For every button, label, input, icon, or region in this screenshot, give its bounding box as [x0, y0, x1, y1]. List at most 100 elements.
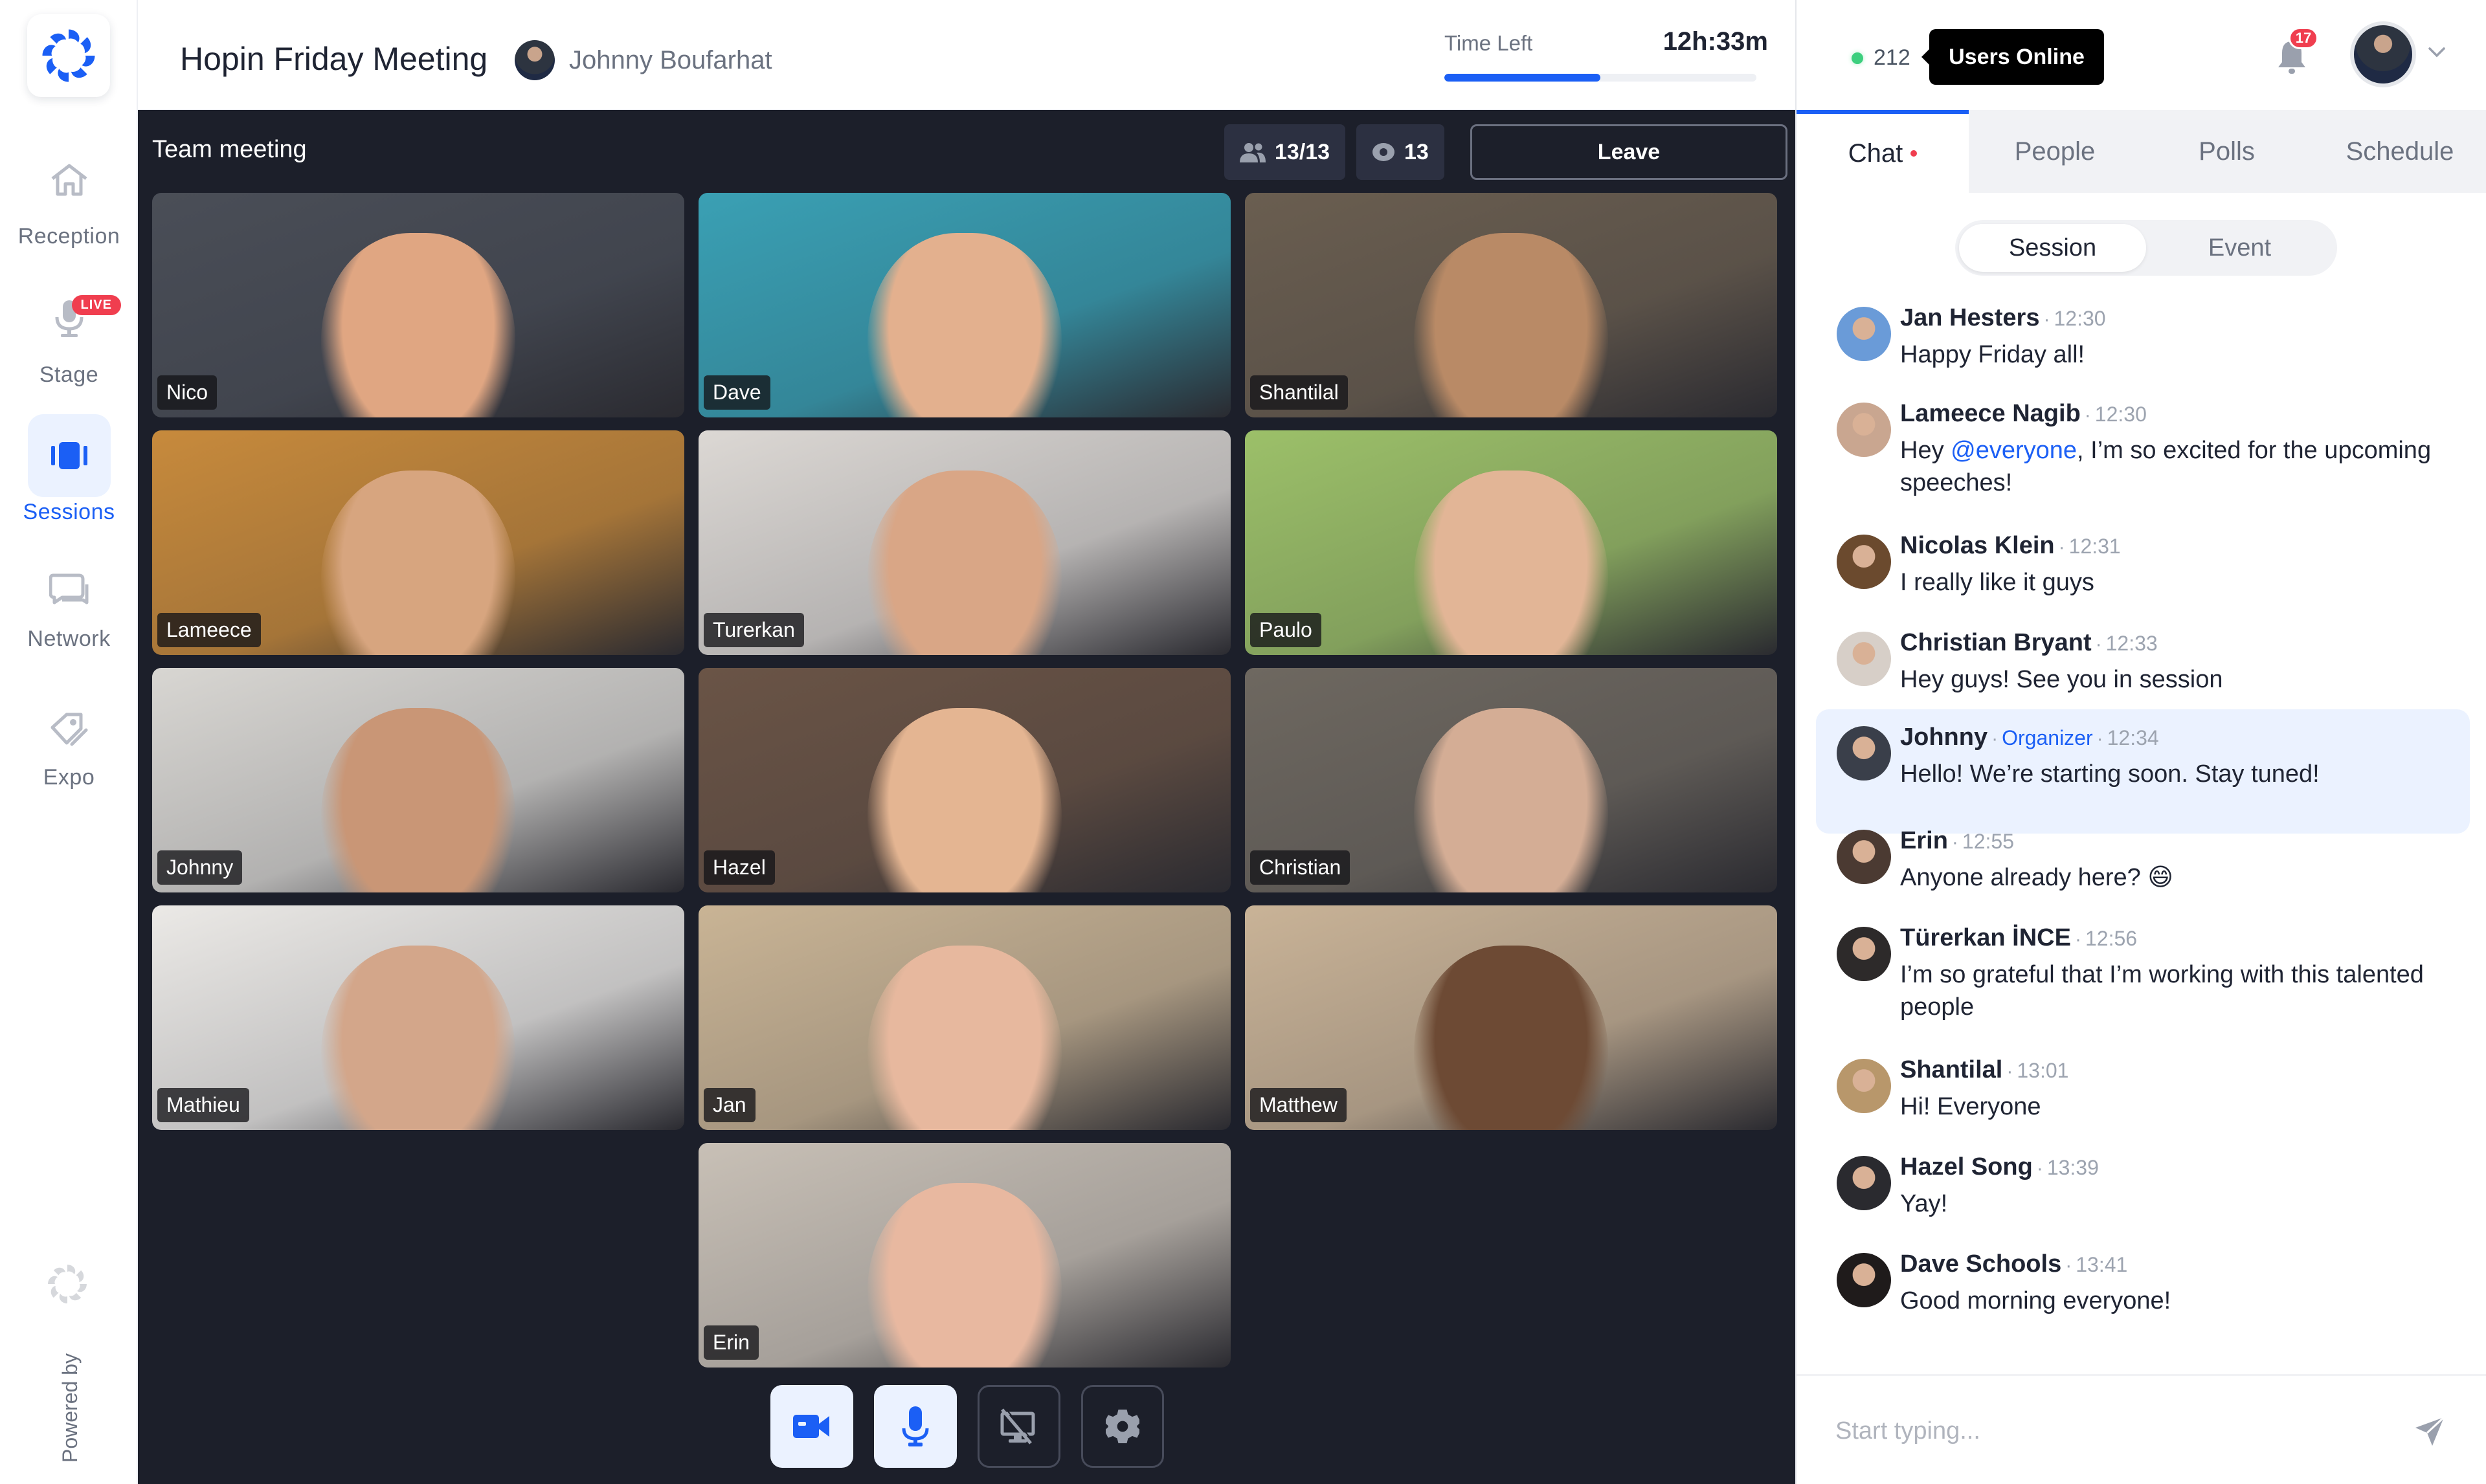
microphone-toggle-button[interactable] [874, 1385, 957, 1468]
viewers-count[interactable]: 13 [1356, 124, 1444, 180]
send-icon [2415, 1416, 2445, 1446]
chat-message: Johnny · Organizer · 12:34 Hello! We’re start… [1816, 709, 2470, 834]
participant-video [321, 471, 515, 655]
message-text: I really like it guys [1900, 569, 2094, 596]
message-author[interactable]: Nicolas Klein [1900, 532, 2055, 559]
time-left: Time Left 12h:33m [1444, 27, 1768, 82]
chat-message: Christian Bryant · 12:33 Hey guys! See you … [1816, 629, 2470, 707]
avatar[interactable] [1837, 1156, 1891, 1210]
chevron-down-icon [2428, 47, 2445, 58]
message-author[interactable]: Christian Bryant [1900, 629, 2092, 656]
sidebar-item-sessions[interactable]: Sessions [0, 414, 138, 525]
message-author[interactable]: Türerkan İNCE [1900, 924, 2071, 951]
message-text: Good morning everyone! [1900, 1287, 2171, 1314]
video-tile[interactable]: Hazel [699, 668, 1231, 892]
tab-people[interactable]: People [1969, 110, 2141, 193]
chat-message: Nicolas Klein · 12:31 I really like it guys [1816, 532, 2470, 610]
event-host[interactable]: Johnny Boufarhat [515, 40, 772, 80]
video-tile[interactable]: Matthew [1245, 905, 1777, 1130]
right-panel: 212 Users Online 17 Chat People Polls Sc… [1795, 0, 2486, 1484]
video-tile[interactable]: Erin [699, 1143, 1231, 1368]
settings-button[interactable] [1081, 1385, 1164, 1468]
avatar[interactable] [1837, 403, 1891, 457]
notifications-badge: 17 [2289, 27, 2318, 49]
chat-message: Jan Hesters · 12:30 Happy Friday all! [1816, 304, 2470, 382]
chat-message-header: Shantilal · 13:01 [1900, 1056, 2457, 1084]
video-tile[interactable]: Turerkan [699, 430, 1231, 655]
video-tile[interactable]: Dave [699, 193, 1231, 417]
chat-message-body: Nicolas Klein · 12:31 I really like it guys [1900, 532, 2457, 599]
sidebar-item-reception[interactable]: Reception [0, 138, 138, 249]
message-author[interactable]: Lameece Nagib [1900, 400, 2081, 427]
video-tile[interactable]: Johnny [152, 668, 684, 892]
participant-video [868, 708, 1062, 892]
segment-event[interactable]: Event [2146, 224, 2333, 272]
user-avatar[interactable] [2350, 21, 2416, 87]
separator-dot: · [1991, 728, 1999, 749]
avatar[interactable] [1837, 1253, 1891, 1307]
separator-dot: · [2074, 929, 2081, 950]
avatar[interactable] [1837, 927, 1891, 981]
message-author[interactable]: Erin [1900, 827, 1948, 854]
chat-input[interactable] [1835, 1405, 2386, 1457]
sidebar-item-label: Stage [39, 362, 99, 387]
participant-video [1414, 946, 1608, 1130]
sidebar-item-network[interactable]: Network [0, 559, 138, 652]
message-author[interactable]: Dave Schools [1900, 1250, 2061, 1278]
avatar[interactable] [1837, 535, 1891, 589]
avatar[interactable] [1837, 830, 1891, 884]
avatar[interactable] [1837, 307, 1891, 361]
video-tile[interactable]: Christian [1245, 668, 1777, 892]
tab-schedule[interactable]: Schedule [2312, 110, 2486, 193]
video-tile[interactable]: Nico [152, 193, 684, 417]
screen-share-off-icon [1000, 1408, 1035, 1445]
sidebar-item-label: Network [27, 626, 111, 651]
time-progress-bar [1444, 74, 1756, 82]
chat-message-body: Erin · 12:55 Anyone already here? 😄 [1900, 827, 2457, 894]
nav-icon-wrap [28, 138, 111, 221]
message-author[interactable]: Shantilal [1900, 1056, 2002, 1083]
chat-message: Dave Schools · 13:41 Good morning everyone! [1816, 1250, 2470, 1328]
users-online[interactable]: 212 [1852, 45, 1910, 71]
chat-message-header: Hazel Song · 13:39 [1900, 1153, 2457, 1181]
message-text: Hi! Everyone [1900, 1093, 2041, 1120]
video-tile[interactable]: Paulo [1245, 430, 1777, 655]
tab-chat[interactable]: Chat [1797, 110, 1969, 193]
tab-polls[interactable]: Polls [2141, 110, 2312, 193]
event-title: Hopin Friday Meeting [180, 41, 488, 77]
avatar[interactable] [1837, 632, 1891, 686]
video-tile[interactable]: Lameece [152, 430, 684, 655]
eye-icon [1372, 143, 1394, 161]
message-author[interactable]: Johnny [1900, 724, 1988, 751]
camera-toggle-button[interactable] [770, 1385, 853, 1468]
sidebar-item-stage[interactable]: LIVE Stage [0, 277, 138, 388]
segment-session[interactable]: Session [1959, 224, 2146, 272]
sidebar-item-expo[interactable]: Expo [0, 695, 138, 790]
message-text: Anyone already here? 😄 [1900, 864, 2173, 891]
message-time: 12:31 [2068, 535, 2121, 558]
message-author[interactable]: Jan Hesters [1900, 304, 2039, 331]
avatar[interactable] [1837, 726, 1891, 781]
video-tile[interactable]: Jan [699, 905, 1231, 1130]
send-button[interactable] [2413, 1415, 2447, 1452]
participants-count[interactable]: 13/13 [1224, 124, 1346, 180]
leave-button[interactable]: Leave [1470, 124, 1787, 180]
video-tile[interactable]: Mathieu [152, 905, 684, 1130]
left-sidebar: Reception LIVE Stage Sessions Network Ex… [0, 0, 138, 1484]
participant-video [868, 946, 1062, 1130]
chat-message-header: Dave Schools · 13:41 [1900, 1250, 2457, 1278]
time-progress-fill [1444, 74, 1600, 82]
mention-link[interactable]: @everyone [1951, 437, 2077, 464]
screen-share-button[interactable] [978, 1385, 1060, 1468]
chat-message-body: Johnny · Organizer · 12:34 Hello! We’re start… [1900, 724, 2457, 790]
participant-name-tag: Shantilal [1250, 375, 1348, 410]
video-camera-icon [793, 1415, 829, 1438]
host-avatar [515, 40, 555, 80]
avatar[interactable] [1837, 1059, 1891, 1113]
hopin-logo[interactable] [27, 14, 110, 97]
viewers-count-text: 13 [1404, 139, 1429, 164]
chat-message-body: Shantilal · 13:01 Hi! Everyone [1900, 1056, 2457, 1123]
message-author[interactable]: Hazel Song [1900, 1153, 2033, 1180]
video-tile[interactable]: Shantilal [1245, 193, 1777, 417]
account-menu-toggle[interactable] [2428, 47, 2446, 61]
